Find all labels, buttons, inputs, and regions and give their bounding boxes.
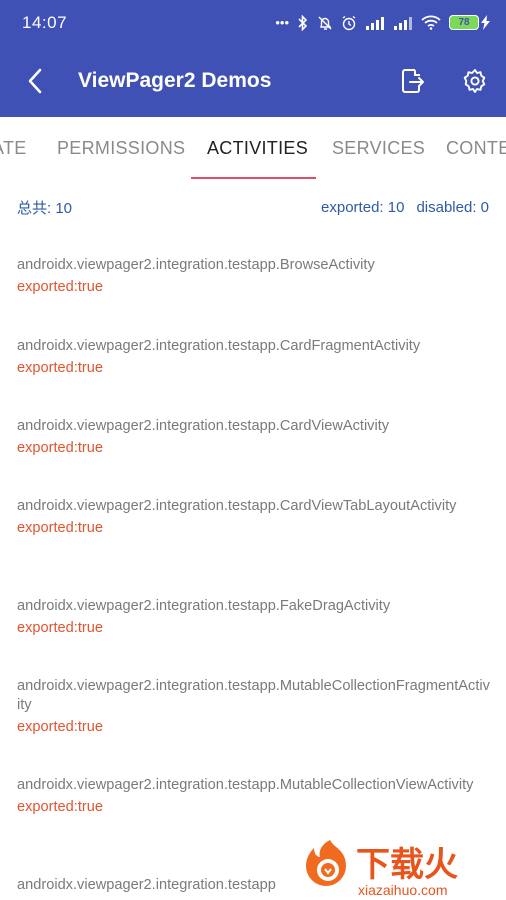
alarm-icon <box>342 15 356 30</box>
watermark-domain: xiazaihuo.com <box>358 882 448 898</box>
mute-bell-icon <box>318 16 332 30</box>
status-icons: ••• 78 <box>275 14 490 31</box>
tab-activities[interactable]: ACTIVITIES <box>207 117 308 179</box>
activity-name: androidx.viewpager2.integration.testapp.… <box>17 418 390 434</box>
list-item[interactable]: androidx.viewpager2.integration.testapp.… <box>17 677 492 737</box>
exported-flag: exported:true <box>17 360 103 376</box>
flame-logo-icon <box>306 840 346 886</box>
back-arrow-icon <box>28 68 42 94</box>
export-button[interactable] <box>382 45 444 117</box>
settings-gear-icon <box>463 69 486 93</box>
list-item[interactable]: androidx.viewpager2.integration.testapp.… <box>17 497 492 538</box>
tab-state[interactable]: ATE <box>0 117 27 179</box>
back-button[interactable] <box>0 45 70 117</box>
watermark-logo: 下载火 xiazaihuo.com <box>300 836 506 900</box>
disabled-count: disabled: 0 <box>416 198 489 216</box>
signal-icon <box>366 16 384 30</box>
tab-permissions[interactable]: PERMISSIONS <box>57 117 185 179</box>
settings-button[interactable] <box>444 45 506 117</box>
activity-name: androidx.viewpager2.integration.testapp.… <box>17 678 490 713</box>
exported-flag: exported:true <box>17 520 103 536</box>
activity-name: androidx.viewpager2.integration.testapp.… <box>17 598 391 614</box>
tab-services[interactable]: SERVICES <box>332 117 425 179</box>
more-dots-icon: ••• <box>275 15 289 30</box>
page-title: ViewPager2 Demos <box>78 69 272 92</box>
list-item[interactable]: androidx.viewpager2.integration.testapp.… <box>17 417 492 458</box>
status-bar: 14:07 ••• 78 <box>0 0 506 45</box>
exported-flag: exported:true <box>17 279 103 295</box>
activity-name: androidx.viewpager2.integration.testapp.… <box>17 498 457 514</box>
summary-row: 总共: 10 exported: 10 disabled: 0 <box>0 192 506 222</box>
exported-flag: exported:true <box>17 440 103 456</box>
list-item[interactable]: androidx.viewpager2.integration.testapp.… <box>17 597 492 638</box>
bluetooth-icon <box>298 14 308 31</box>
total-count: 总共: 10 <box>17 199 73 217</box>
tab-bar: ATE PERMISSIONS ACTIVITIES SERVICES CONT… <box>0 117 506 179</box>
watermark-brand: 下载火 <box>356 845 458 885</box>
active-tab-indicator <box>191 177 316 179</box>
hd-signal-icon <box>394 16 412 30</box>
charging-bolt-icon <box>481 15 490 30</box>
tab-content-providers[interactable]: CONTE <box>446 117 506 179</box>
exported-count: exported: 10 <box>321 198 405 216</box>
battery-icon: 78 <box>449 15 479 30</box>
list-item[interactable]: androidx.viewpager2.integration.testapp.… <box>17 776 492 817</box>
wifi-icon <box>421 15 441 30</box>
summary-counts: exported: 10 disabled: 0 <box>321 199 489 216</box>
activity-name: androidx.viewpager2.integration.testapp.… <box>17 257 375 273</box>
exported-flag: exported:true <box>17 799 103 815</box>
battery-indicator: 78 <box>449 15 490 30</box>
app-bar: ViewPager2 Demos <box>0 45 506 117</box>
appbar-actions <box>382 45 506 117</box>
exported-flag: exported:true <box>17 620 103 636</box>
export-icon <box>402 69 424 93</box>
activity-name: androidx.viewpager2.integration.testapp.… <box>17 338 421 354</box>
list-item[interactable]: androidx.viewpager2.integration.testapp.… <box>17 337 492 378</box>
exported-flag: exported:true <box>17 719 103 735</box>
activity-name: androidx.viewpager2.integration.testapp.… <box>17 777 474 793</box>
status-time: 14:07 <box>22 12 68 32</box>
list-item[interactable]: androidx.viewpager2.integration.testapp.… <box>17 256 492 297</box>
